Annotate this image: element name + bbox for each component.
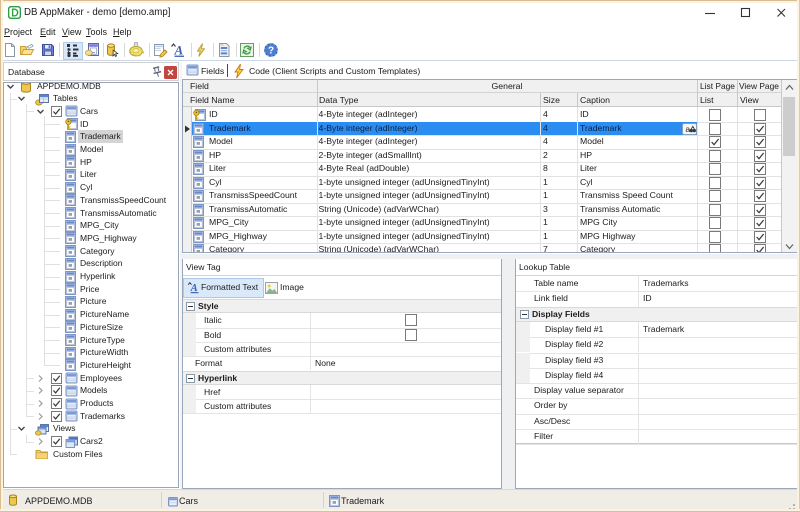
svg-text:?: ?	[268, 46, 274, 57]
svg-text:a: a	[685, 124, 690, 134]
svg-text:A: A	[174, 43, 184, 58]
